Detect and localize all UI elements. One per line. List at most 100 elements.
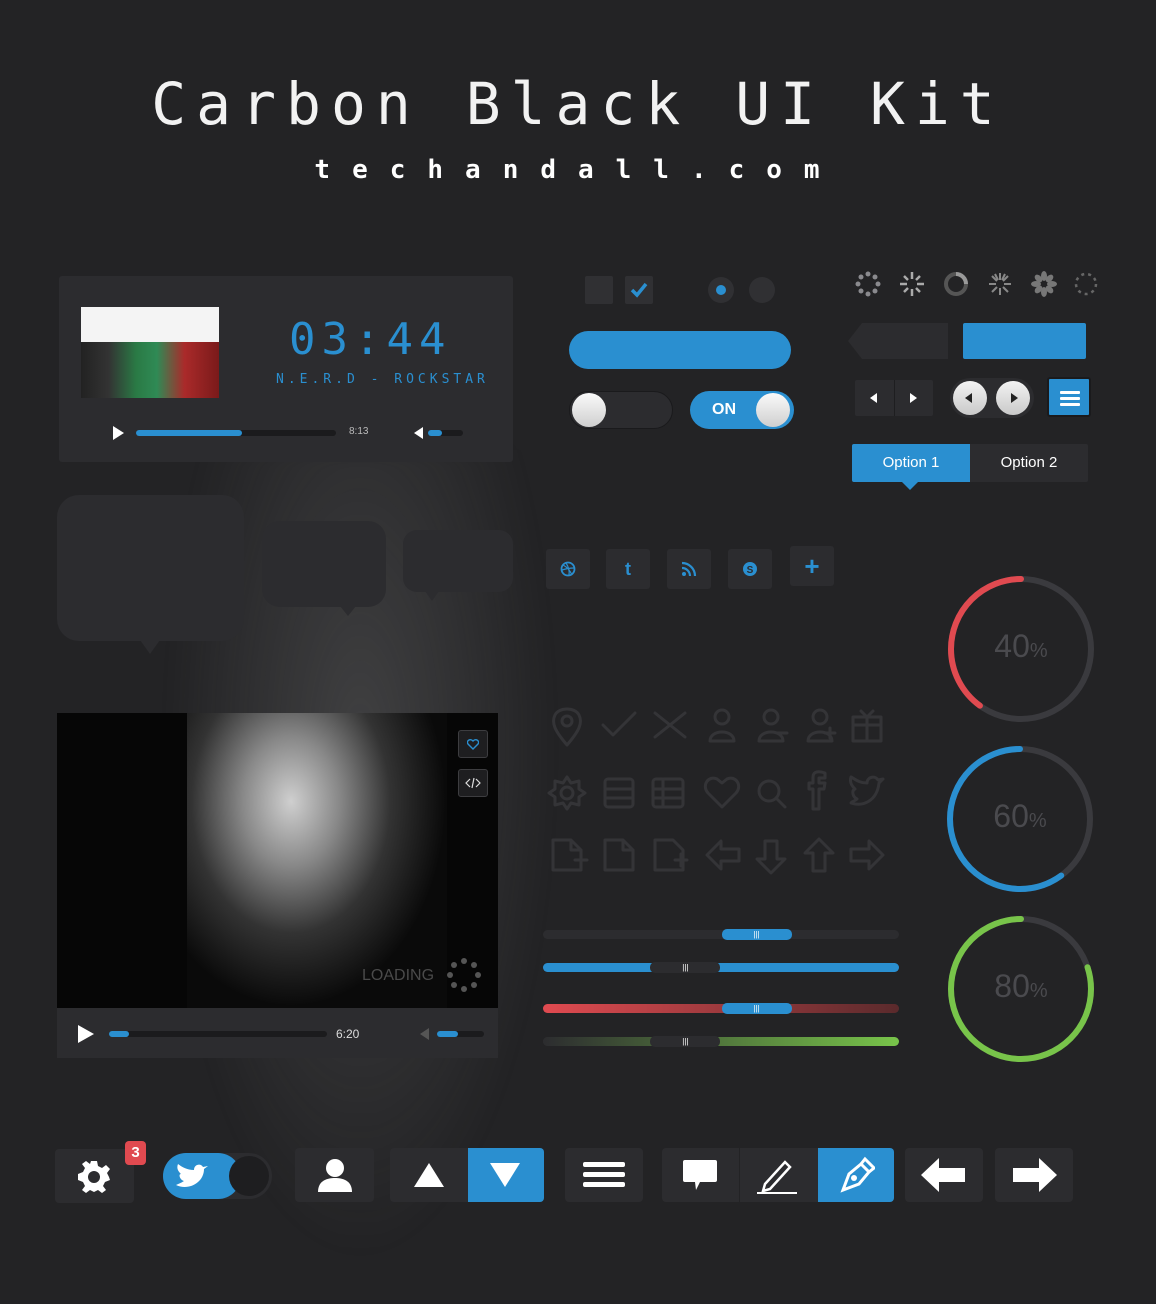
settings-icon bbox=[547, 775, 587, 811]
slider-thumb[interactable]: ||| bbox=[650, 962, 721, 973]
option-1-label: Option 1 bbox=[882, 454, 940, 471]
slider-2[interactable]: ||| bbox=[543, 962, 899, 973]
radio-selected[interactable] bbox=[708, 277, 734, 303]
like-button[interactable] bbox=[458, 730, 488, 758]
music-progress-fill bbox=[136, 430, 242, 436]
skype-icon: S bbox=[743, 562, 757, 576]
checkbox-checked[interactable] bbox=[625, 276, 653, 304]
checkbox-unchecked[interactable] bbox=[585, 276, 613, 304]
music-volume-bar[interactable] bbox=[428, 430, 463, 436]
pencil-icon bbox=[757, 1160, 797, 1194]
toggle-off[interactable] bbox=[569, 391, 673, 429]
option-2-tab[interactable]: Option 2 bbox=[970, 444, 1088, 482]
round-prev-button[interactable] bbox=[953, 381, 987, 415]
toggle-knob bbox=[756, 393, 790, 427]
heart-icon bbox=[703, 776, 741, 809]
round-pager-group bbox=[950, 378, 1034, 418]
up-button[interactable] bbox=[390, 1148, 468, 1202]
radio-unselected[interactable] bbox=[749, 277, 775, 303]
spinner-dots-icon bbox=[855, 271, 881, 297]
toggle-on[interactable]: ON bbox=[690, 391, 794, 429]
rss-icon bbox=[681, 561, 697, 577]
prev-button[interactable] bbox=[855, 380, 895, 416]
ring-label-80: 80% bbox=[994, 968, 1048, 1004]
close-cross-icon bbox=[653, 711, 687, 739]
menu-button[interactable] bbox=[1047, 377, 1091, 417]
document-icon bbox=[603, 838, 635, 872]
play-icon[interactable] bbox=[113, 426, 124, 440]
album-art bbox=[81, 307, 219, 398]
volume-icon[interactable] bbox=[414, 427, 423, 439]
tag-button[interactable] bbox=[848, 323, 948, 359]
ring-label-40: 40% bbox=[994, 628, 1048, 664]
triangle-down-icon bbox=[490, 1163, 520, 1187]
skype-button[interactable]: S bbox=[728, 549, 772, 589]
video-play-icon[interactable] bbox=[78, 1025, 94, 1043]
slider-thumb[interactable]: ||| bbox=[721, 929, 792, 940]
video-frame[interactable]: LOADING bbox=[57, 713, 498, 1008]
next-button[interactable] bbox=[894, 380, 933, 416]
clock-display: 03:44 bbox=[289, 314, 452, 365]
speech-bubble-medium-tail bbox=[340, 606, 356, 616]
comment-button[interactable] bbox=[662, 1148, 739, 1202]
pen-button[interactable] bbox=[818, 1148, 894, 1202]
rss-button[interactable] bbox=[667, 549, 711, 589]
chevron-right-icon bbox=[1011, 393, 1018, 403]
pencil-button[interactable] bbox=[740, 1148, 818, 1202]
dribbble-button[interactable] bbox=[546, 549, 590, 589]
embed-button[interactable] bbox=[458, 769, 488, 797]
triangle-up-icon bbox=[414, 1163, 444, 1187]
svg-text:S: S bbox=[747, 565, 754, 576]
twitter-toggle-knob bbox=[229, 1156, 269, 1196]
slider-1[interactable]: ||| bbox=[543, 929, 899, 940]
speech-bubble-medium bbox=[262, 521, 386, 607]
loading-spinner-icon bbox=[447, 958, 481, 992]
chevron-left-icon bbox=[870, 393, 877, 403]
arrow-right-outline-icon bbox=[849, 839, 885, 871]
video-progress-bar[interactable] bbox=[109, 1031, 327, 1037]
gift-icon bbox=[851, 709, 883, 743]
option-2-label: Option 2 bbox=[1000, 454, 1058, 471]
facebook-icon bbox=[807, 770, 827, 811]
back-button[interactable] bbox=[905, 1148, 983, 1202]
settings-button[interactable]: 3 bbox=[55, 1141, 146, 1203]
down-button[interactable] bbox=[468, 1148, 544, 1202]
option-1-tab[interactable]: Option 1 bbox=[852, 444, 970, 490]
arrow-left-outline-icon bbox=[705, 839, 741, 871]
plus-button[interactable]: + bbox=[790, 546, 834, 586]
video-progress-fill bbox=[109, 1031, 129, 1037]
slider-4[interactable]: ||| bbox=[543, 1036, 899, 1047]
twitter-outline-icon bbox=[849, 775, 885, 806]
slider-thumb[interactable]: ||| bbox=[721, 1003, 792, 1014]
gear-icon bbox=[78, 1161, 110, 1193]
music-progress-bar[interactable] bbox=[136, 430, 336, 436]
arrow-up-outline-icon bbox=[803, 837, 835, 873]
stack-icon bbox=[603, 777, 635, 809]
twitter-bird-icon bbox=[176, 1164, 208, 1188]
round-next-button[interactable] bbox=[996, 381, 1030, 415]
loading-label: LOADING bbox=[362, 967, 435, 984]
music-duration: 8:13 bbox=[349, 426, 369, 437]
pill-button[interactable] bbox=[569, 331, 791, 369]
profile-button[interactable] bbox=[295, 1148, 374, 1202]
slider-3[interactable]: ||| bbox=[543, 1003, 899, 1014]
user-minus-icon bbox=[757, 708, 789, 743]
twitter-button[interactable]: t bbox=[606, 549, 650, 589]
twitter-toggle[interactable] bbox=[163, 1153, 272, 1199]
forward-button[interactable] bbox=[995, 1148, 1073, 1202]
user-icon bbox=[708, 708, 736, 743]
chevron-left-icon bbox=[965, 393, 972, 403]
video-volume-bar[interactable] bbox=[437, 1031, 484, 1037]
video-volume-icon[interactable] bbox=[420, 1028, 429, 1040]
comment-icon bbox=[683, 1160, 717, 1190]
hamburger-button[interactable] bbox=[565, 1148, 643, 1202]
blue-button[interactable] bbox=[963, 323, 1086, 359]
checkmark-icon bbox=[601, 711, 637, 737]
video-duration: 6:20 bbox=[336, 1027, 360, 1041]
music-volume-fill bbox=[428, 430, 442, 436]
arrow-down-outline-icon bbox=[755, 839, 787, 875]
toggle-on-label: ON bbox=[712, 401, 736, 418]
user-plus-icon bbox=[806, 708, 837, 743]
spinner-petals-icon bbox=[1031, 271, 1057, 297]
slider-thumb[interactable]: ||| bbox=[650, 1036, 721, 1047]
